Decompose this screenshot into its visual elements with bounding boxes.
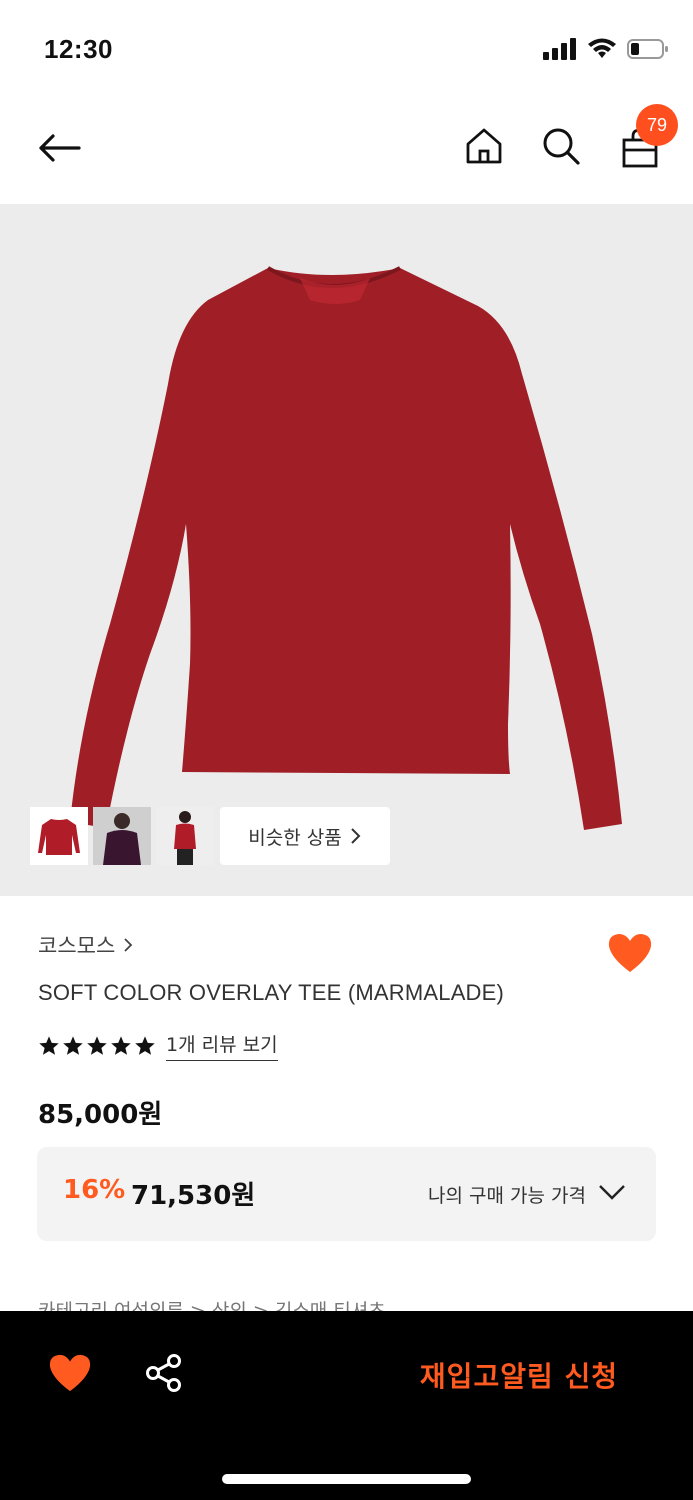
star-icon [63, 1035, 83, 1055]
my-price-label: 나의 구매 가능 가격 [428, 1185, 586, 1207]
discount-percent: 16% [63, 1175, 126, 1205]
star-icon [87, 1035, 107, 1055]
view-reviews-link[interactable]: 1개 리뷰 보기 [166, 1030, 278, 1061]
chevron-right-icon [351, 828, 361, 844]
wishlist-button[interactable] [607, 932, 653, 976]
status-icons [543, 38, 669, 60]
status-bar: 12:30 [0, 0, 693, 100]
nav-bar [0, 100, 693, 204]
product-title: SOFT COLOR OVERLAY TEE (MARMALADE) [38, 980, 505, 1005]
signal-icon [543, 38, 576, 60]
product-image[interactable]: 비슷한 상품 [0, 204, 693, 896]
status-time: 12:30 [44, 34, 113, 64]
brand-name[interactable]: 코스모스 [38, 930, 115, 960]
arrow-left-icon [39, 134, 81, 162]
chevron-right-icon [124, 938, 133, 952]
share-button[interactable] [144, 1353, 184, 1393]
battery-icon [627, 39, 668, 59]
thumbnail-strip: 비슷한 상품 [30, 807, 390, 865]
search-icon [543, 128, 580, 165]
rating-stars [38, 1035, 156, 1057]
star-icon [111, 1035, 131, 1055]
cart-count-badge: 79 [636, 104, 678, 146]
wifi-icon [588, 38, 616, 58]
list-price: 85,000원 [38, 1100, 163, 1130]
thumbnail-3[interactable] [156, 807, 214, 865]
home-icon [466, 128, 502, 164]
thumbnail-shirt-image [38, 819, 80, 855]
similar-products-button[interactable]: 비슷한 상품 [220, 807, 390, 865]
home-button[interactable] [462, 124, 506, 168]
product-photo-shirt [70, 266, 622, 830]
restock-alert-button[interactable]: 재입고알림 신청 [420, 1355, 618, 1395]
brand-row[interactable]: 코스모스 [38, 930, 658, 960]
bottom-action-bar: 재입고알림 신청 [0, 1311, 693, 1500]
thumbnail-model-image [156, 807, 214, 865]
back-button[interactable] [34, 126, 84, 170]
chevron-down-icon [599, 1185, 625, 1200]
share-icon [146, 1354, 181, 1392]
star-icon [39, 1035, 59, 1055]
heart-icon [608, 934, 652, 972]
home-indicator[interactable] [222, 1474, 471, 1484]
discount-price: 71,530원 [131, 1181, 256, 1211]
thumbnail-2[interactable] [93, 807, 151, 865]
thumbnail-1[interactable] [30, 807, 88, 865]
bottom-wishlist-button[interactable] [48, 1353, 92, 1393]
similar-products-label: 비슷한 상품 [248, 826, 342, 849]
rating-row: 1개 리뷰 보기 [38, 1030, 278, 1061]
star-icon [135, 1035, 155, 1055]
thumbnail-model-image [93, 807, 151, 865]
discount-price-panel[interactable]: 16% 71,530원 나의 구매 가능 가격 [37, 1147, 656, 1241]
search-button[interactable] [539, 124, 583, 168]
heart-icon [49, 1354, 91, 1392]
